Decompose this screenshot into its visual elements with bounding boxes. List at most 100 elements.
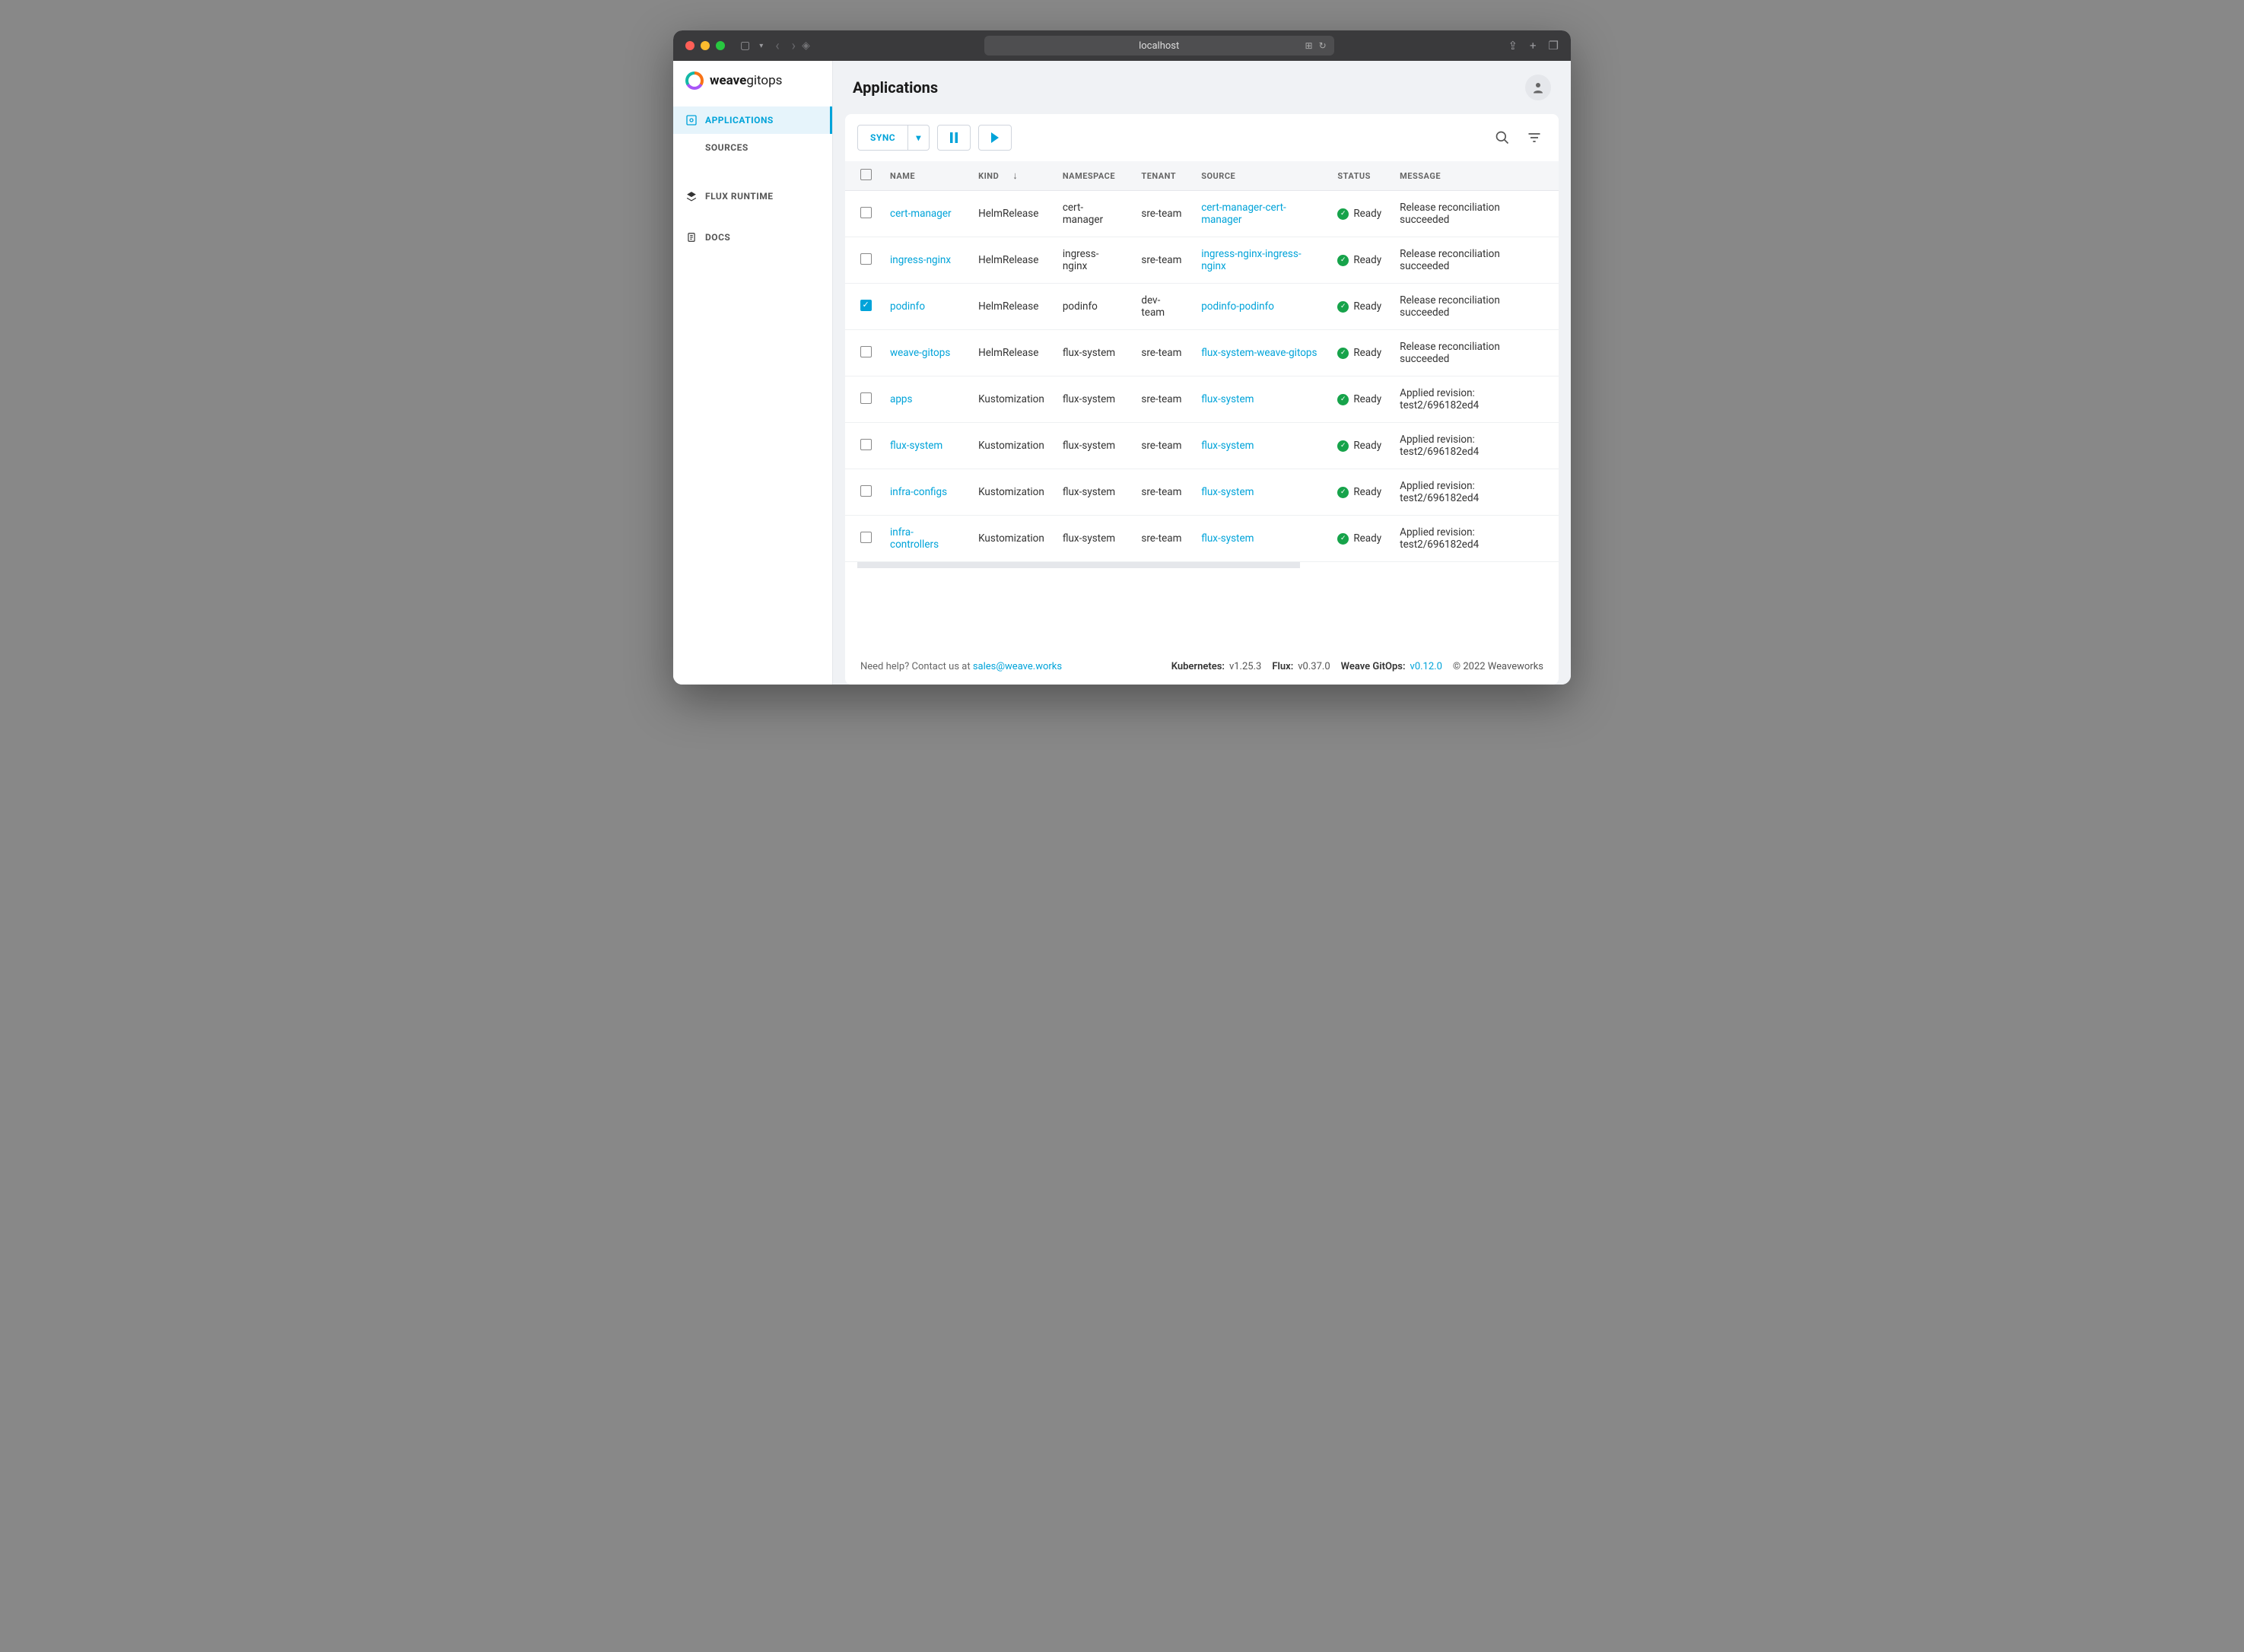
col-message[interactable]: MESSAGE: [1391, 161, 1559, 191]
col-status[interactable]: STATUS: [1328, 161, 1391, 191]
sidebar-toggle-icon[interactable]: ▢: [740, 40, 750, 52]
row-checkbox[interactable]: [860, 485, 872, 497]
app-name-link[interactable]: podinfo: [890, 300, 925, 313]
col-source[interactable]: SOURCE: [1192, 161, 1328, 191]
cell-kind: HelmRelease: [969, 330, 1054, 376]
nav-applications[interactable]: APPLICATIONS: [673, 106, 832, 134]
row-checkbox[interactable]: [860, 207, 872, 218]
applications-table: NAME KIND↓ NAMESPACE TENANT SOURCE STATU…: [845, 161, 1559, 562]
col-name[interactable]: NAME: [881, 161, 969, 191]
cell-namespace: flux-system: [1054, 516, 1133, 562]
cell-tenant: sre-team: [1132, 330, 1192, 376]
logo-mark-icon: [685, 71, 704, 90]
brand-logo[interactable]: weavegitops: [673, 61, 832, 100]
cell-kind: HelmRelease: [969, 191, 1054, 237]
cell-message: Release reconciliation succeeded: [1391, 330, 1559, 376]
cell-tenant: sre-team: [1132, 516, 1192, 562]
table-row: appsKustomizationflux-systemsre-teamflux…: [845, 376, 1559, 423]
app-name-link[interactable]: infra-controllers: [890, 526, 939, 551]
chevron-down-icon[interactable]: ▾: [759, 42, 763, 50]
filter-icon[interactable]: [1522, 125, 1546, 150]
search-icon[interactable]: [1490, 125, 1515, 150]
help-text: Need help? Contact us at: [860, 661, 973, 672]
select-all-checkbox[interactable]: [860, 169, 872, 180]
source-link[interactable]: flux-system: [1201, 440, 1254, 452]
cell-message: Release reconciliation succeeded: [1391, 284, 1559, 330]
cell-kind: Kustomization: [969, 423, 1054, 469]
sync-button[interactable]: SYNC: [857, 125, 908, 151]
shield-icon[interactable]: ◈: [802, 40, 810, 52]
app-name-link[interactable]: apps: [890, 393, 912, 405]
maximize-window-button[interactable]: [716, 41, 725, 50]
row-checkbox[interactable]: [860, 439, 872, 450]
source-link[interactable]: cert-manager-cert-manager: [1201, 202, 1286, 226]
back-button[interactable]: ‹: [775, 38, 779, 54]
nav-sources[interactable]: SOURCES: [673, 134, 832, 161]
table-row: infra-controllersKustomizationflux-syste…: [845, 516, 1559, 562]
sort-arrow-icon: ↓: [1012, 170, 1018, 182]
cell-tenant: sre-team: [1132, 423, 1192, 469]
table-row: cert-managerHelmReleasecert-managersre-t…: [845, 191, 1559, 237]
copyright: © 2022 Weaveworks: [1453, 661, 1543, 672]
page-title: Applications: [853, 78, 938, 97]
flux-label: Flux:: [1272, 661, 1293, 672]
source-link[interactable]: flux-system: [1201, 532, 1254, 545]
nav-docs[interactable]: DOCS: [673, 224, 832, 251]
cell-namespace: flux-system: [1054, 376, 1133, 423]
check-icon: ✓: [1337, 487, 1349, 498]
row-checkbox[interactable]: [860, 532, 872, 543]
table-row: podinfoHelmReleasepodinfodev-teampodinfo…: [845, 284, 1559, 330]
forward-button[interactable]: ›: [792, 38, 796, 54]
col-kind[interactable]: KIND↓: [969, 161, 1054, 191]
status-badge: ✓Ready: [1337, 393, 1381, 405]
app-name-link[interactable]: cert-manager: [890, 208, 952, 220]
app-name-link[interactable]: flux-system: [890, 440, 942, 452]
cell-tenant: dev-team: [1132, 284, 1192, 330]
nav-flux-runtime[interactable]: FLUX RUNTIME: [673, 183, 832, 210]
play-button[interactable]: [978, 125, 1012, 151]
sync-button-group: SYNC ▾: [857, 125, 930, 151]
row-checkbox[interactable]: [860, 346, 872, 357]
status-badge: ✓Ready: [1337, 347, 1381, 359]
cell-kind: HelmRelease: [969, 284, 1054, 330]
source-link[interactable]: podinfo-podinfo: [1201, 300, 1274, 313]
row-checkbox[interactable]: [860, 300, 872, 311]
address-bar[interactable]: localhost ⊞ ↻: [984, 36, 1334, 56]
wg-version-link[interactable]: v0.12.0: [1410, 661, 1442, 672]
k8s-version: v1.25.3: [1229, 661, 1261, 672]
cell-kind: HelmRelease: [969, 237, 1054, 284]
pause-button[interactable]: [937, 125, 971, 151]
share-icon[interactable]: ⇪: [1508, 39, 1518, 52]
app-name-link[interactable]: ingress-nginx: [890, 254, 951, 266]
close-window-button[interactable]: [685, 41, 694, 50]
browser-window: ▢ ▾ ‹ › ◈ localhost ⊞ ↻ ⇪ + ❐: [673, 30, 1571, 685]
status-badge: ✓Ready: [1337, 440, 1381, 452]
source-link[interactable]: flux-system-weave-gitops: [1201, 347, 1317, 359]
footer: Need help? Contact us at sales@weave.wor…: [845, 648, 1559, 685]
check-icon: ✓: [1337, 533, 1349, 545]
horizontal-scrollbar[interactable]: [857, 562, 1300, 568]
cell-message: Release reconciliation succeeded: [1391, 237, 1559, 284]
col-namespace[interactable]: NAMESPACE: [1054, 161, 1133, 191]
tabs-icon[interactable]: ❐: [1549, 39, 1559, 52]
user-avatar[interactable]: [1525, 75, 1551, 100]
status-badge: ✓Ready: [1337, 486, 1381, 498]
cell-tenant: sre-team: [1132, 376, 1192, 423]
reload-icon[interactable]: ↻: [1319, 40, 1327, 51]
app-name-link[interactable]: weave-gitops: [890, 347, 950, 359]
row-checkbox[interactable]: [860, 253, 872, 265]
docs-icon: [685, 231, 698, 243]
app-name-link[interactable]: infra-configs: [890, 486, 947, 498]
row-checkbox[interactable]: [860, 392, 872, 404]
minimize-window-button[interactable]: [701, 41, 710, 50]
check-icon: ✓: [1337, 440, 1349, 452]
new-tab-icon[interactable]: +: [1530, 39, 1537, 52]
translate-icon[interactable]: ⊞: [1305, 40, 1313, 51]
sync-dropdown-button[interactable]: ▾: [908, 125, 930, 151]
col-tenant[interactable]: TENANT: [1132, 161, 1192, 191]
k8s-label: Kubernetes:: [1171, 661, 1225, 672]
help-email-link[interactable]: sales@weave.works: [973, 661, 1062, 672]
source-link[interactable]: flux-system: [1201, 393, 1254, 405]
source-link[interactable]: ingress-nginx-ingress-nginx: [1201, 248, 1301, 272]
source-link[interactable]: flux-system: [1201, 486, 1254, 498]
